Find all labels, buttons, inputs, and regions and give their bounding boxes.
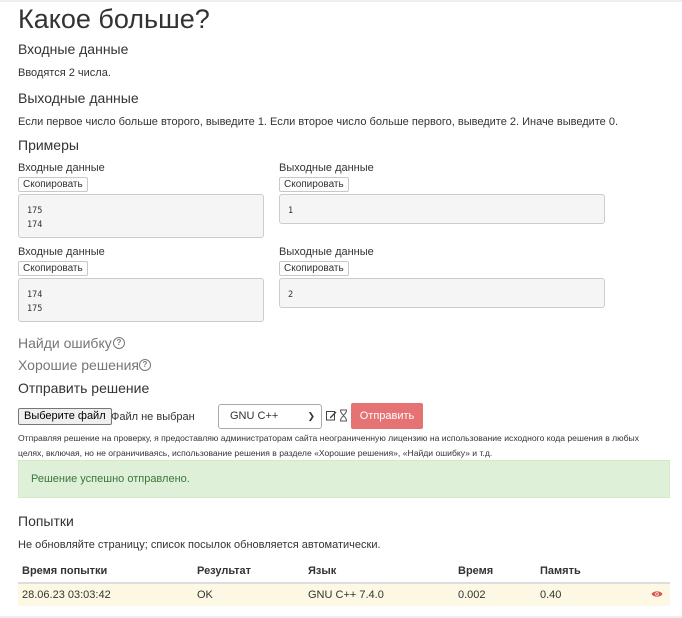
- copy-input-button[interactable]: Скопировать: [18, 261, 88, 276]
- chevron-down-icon: ❯: [307, 411, 315, 421]
- language-select[interactable]: GNU C++ ❯: [218, 404, 322, 429]
- attempt-runtime: 0.002: [454, 583, 536, 606]
- submit-heading: Отправить решение: [18, 380, 150, 396]
- copy-input-button[interactable]: Скопировать: [18, 177, 88, 192]
- attempt-memory: 0.40: [536, 583, 640, 606]
- license-text: целях, включая, но не ограничиваясь, исп…: [18, 448, 493, 458]
- language-value: GNU C++: [230, 410, 279, 422]
- page-title: Какое больше?: [18, 4, 210, 34]
- help-icon[interactable]: ?: [113, 337, 125, 349]
- copy-output-button[interactable]: Скопировать: [279, 177, 349, 192]
- attempts-heading: Попытки: [18, 513, 74, 529]
- success-alert: Решение успешно отправлено.: [18, 460, 670, 498]
- good-solutions-link[interactable]: Хорошие решения: [18, 356, 139, 374]
- examples-heading: Примеры: [18, 137, 79, 153]
- choose-file-button[interactable]: Выберите файл: [18, 408, 112, 425]
- column-header: Результат: [193, 560, 304, 584]
- column-header: Время: [454, 560, 536, 584]
- attempt-result: OK: [193, 583, 304, 606]
- table-row: 28.06.23 03:03:42 OK GNU C++ 7.4.0 0.002…: [18, 583, 670, 606]
- no-file-text: Файл не выбран: [111, 411, 195, 423]
- help-icon[interactable]: ?: [139, 359, 151, 371]
- table-header-row: Время попытки Результат Язык Время Памят…: [18, 560, 670, 584]
- example-input: 174 175: [18, 278, 264, 322]
- example-output: 1: [279, 194, 605, 224]
- column-header-actions: [640, 560, 670, 584]
- example-output-label: Выходные данные: [279, 162, 374, 174]
- hourglass-icon: [340, 409, 347, 422]
- find-error-link[interactable]: Найди ошибку: [18, 334, 112, 352]
- output-heading: Выходные данные: [18, 90, 139, 106]
- column-header: Память: [536, 560, 640, 584]
- attempt-time: 28.06.23 03:03:42: [18, 583, 193, 606]
- eye-icon[interactable]: [651, 590, 663, 598]
- column-header: Время попытки: [18, 560, 193, 584]
- edit-icon[interactable]: [326, 410, 337, 421]
- example-input-label: Входные данные: [18, 246, 105, 258]
- copy-output-button[interactable]: Скопировать: [279, 261, 349, 276]
- example-input-label: Входные данные: [18, 162, 105, 174]
- send-button[interactable]: Отправить: [351, 403, 423, 429]
- view-attempt-cell[interactable]: [640, 583, 670, 606]
- attempts-table: Время попытки Результат Язык Время Памят…: [18, 560, 670, 606]
- example-input: 175 174: [18, 194, 264, 238]
- column-header: Язык: [304, 560, 454, 584]
- input-text: Вводятся 2 числа.: [18, 67, 111, 79]
- example-output-label: Выходные данные: [279, 246, 374, 258]
- attempt-language: GNU C++ 7.4.0: [304, 583, 454, 606]
- example-output: 2: [279, 278, 605, 308]
- license-text: Отправляя решение на проверку, я предост…: [18, 433, 640, 443]
- output-text: Если первое число больше второго, выведи…: [18, 116, 619, 128]
- attempts-note: Не обновляйте страницу; список посылок о…: [18, 539, 381, 551]
- input-heading: Входные данные: [18, 41, 129, 57]
